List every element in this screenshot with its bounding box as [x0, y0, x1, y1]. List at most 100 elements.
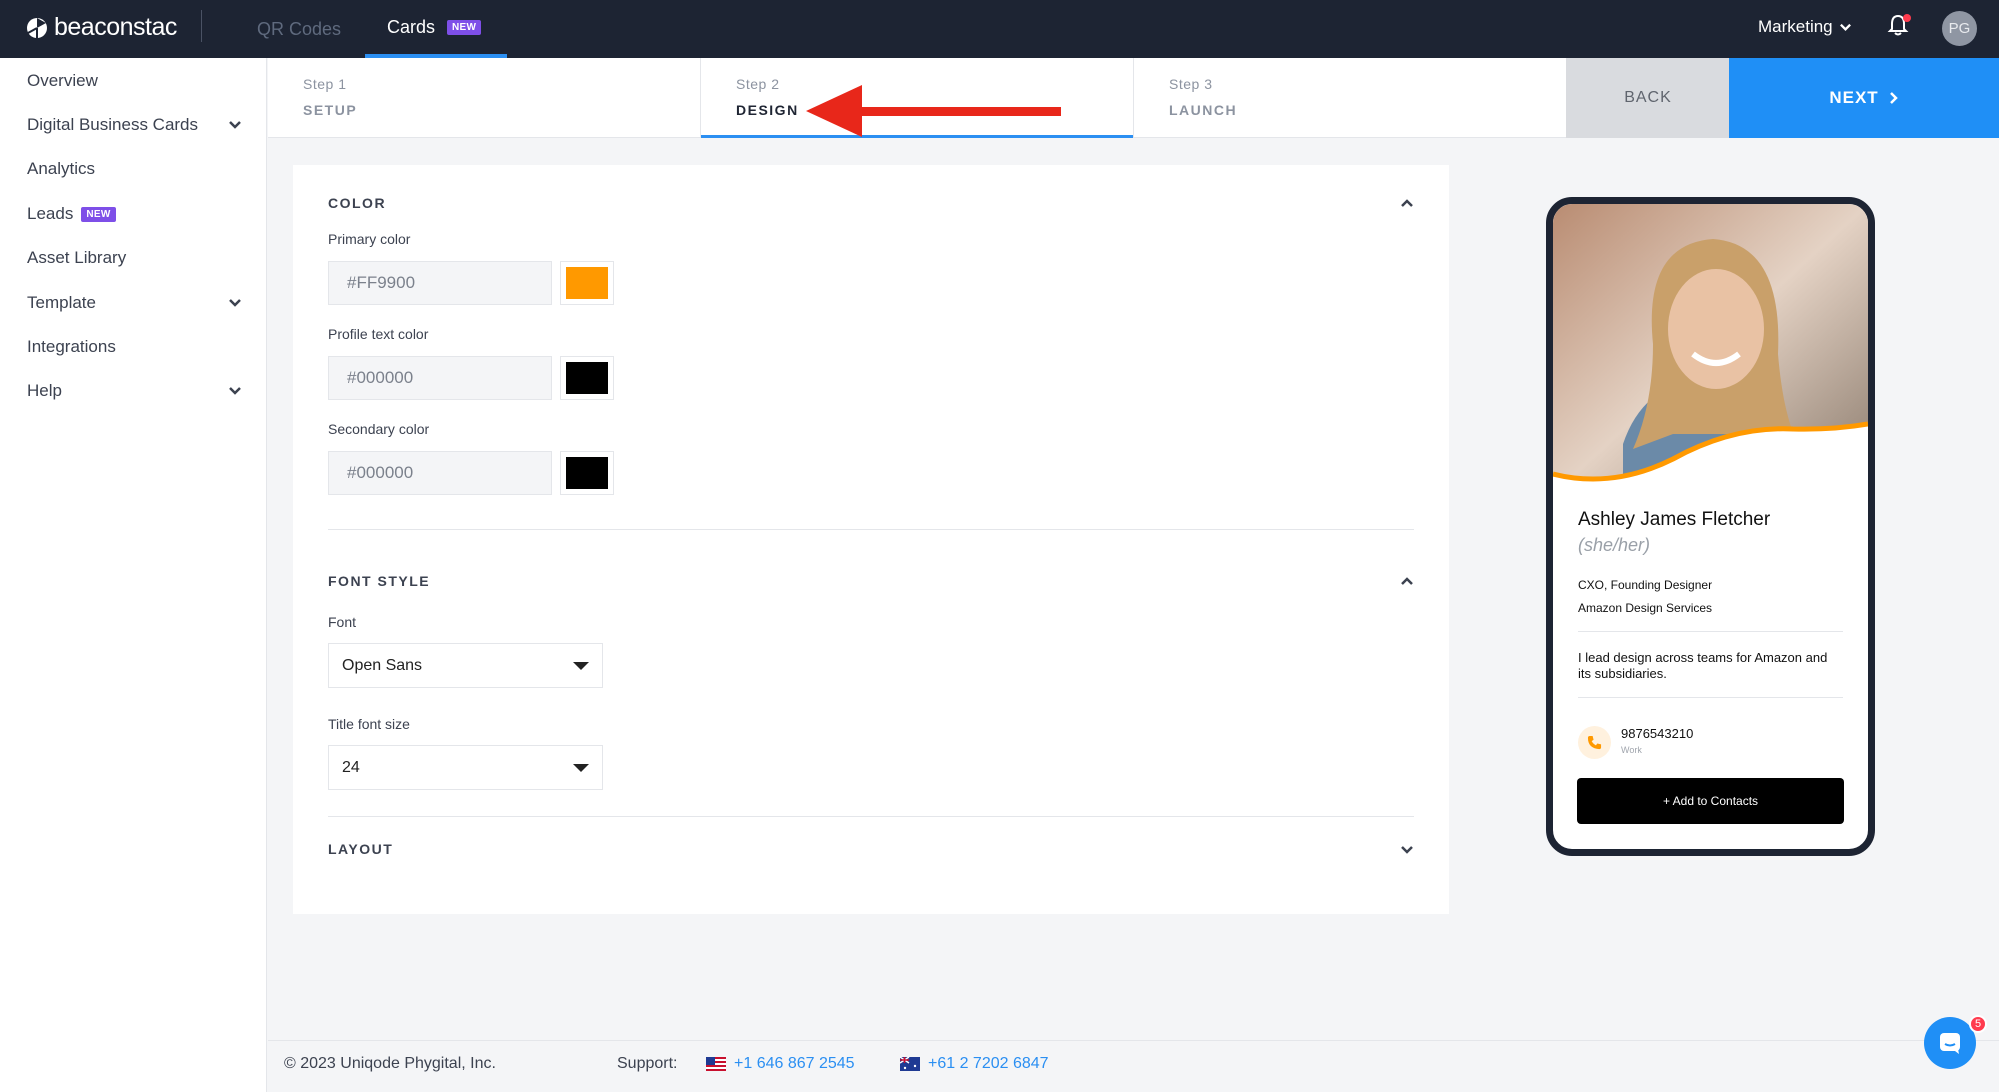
chevron-down-icon: [229, 299, 241, 307]
sidebar-item-template[interactable]: Template: [27, 288, 242, 318]
top-navigation-bar: beaconstac QR Codes Cards NEW Marketing …: [0, 0, 1999, 58]
sidebar-item-analytics[interactable]: Analytics: [27, 154, 242, 184]
primary-color-swatch[interactable]: [560, 261, 614, 305]
section-divider: [328, 529, 1414, 530]
notification-dot: [1903, 14, 1911, 22]
tab-cards[interactable]: Cards NEW: [365, 0, 507, 58]
annotation-arrow-icon: [806, 85, 1061, 137]
back-button[interactable]: BACK: [1566, 58, 1730, 138]
layout-section-title[interactable]: LAYOUT: [328, 841, 393, 857]
chevron-down-icon[interactable]: [1399, 842, 1415, 858]
card-company: Amazon Design Services: [1578, 601, 1713, 615]
sidebar-item-overview[interactable]: Overview: [27, 66, 242, 96]
font-label: Font: [328, 614, 357, 630]
color-section-title: COLOR: [328, 195, 387, 211]
au-flag-icon: [900, 1057, 920, 1071]
sidebar-item-digital-business-cards[interactable]: Digital Business Cards: [27, 110, 242, 140]
step-name: LAUNCH: [1169, 102, 1238, 118]
avatar[interactable]: PG: [1942, 11, 1977, 46]
secondary-color-swatch[interactable]: [560, 451, 614, 495]
brand-name: beaconstac: [54, 13, 177, 41]
secondary-color-label: Secondary color: [328, 421, 430, 437]
sidebar-item-integrations[interactable]: Integrations: [27, 332, 242, 362]
sidebar-item-label: Overview: [27, 71, 98, 90]
font-select-value: Open Sans: [342, 656, 423, 674]
profile-text-color-label: Profile text color: [328, 326, 429, 342]
workspace-dropdown[interactable]: Marketing: [1758, 17, 1852, 37]
card-phone-number: 9876543210: [1621, 726, 1694, 741]
title-font-size-label: Title font size: [328, 716, 410, 732]
tab-cards-label: Cards: [387, 16, 436, 37]
phone-icon: [1578, 726, 1611, 759]
primary-color-preview: [566, 267, 608, 299]
secondary-color-preview: [566, 457, 608, 489]
add-to-contacts-button[interactable]: + Add to Contacts: [1577, 778, 1844, 824]
step-number: Step 2: [736, 76, 780, 92]
step-name: SETUP: [303, 102, 358, 118]
step-number: Step 1: [303, 76, 347, 92]
support-phone-au[interactable]: +61 2 7202 6847: [900, 1055, 1049, 1073]
profile-text-color-input[interactable]: #000000: [328, 356, 552, 400]
secondary-color-input[interactable]: #000000: [328, 451, 552, 495]
card-divider: [1578, 631, 1843, 632]
chevron-right-icon: [1889, 92, 1898, 104]
step-launch[interactable]: Step 3 LAUNCH: [1134, 58, 1567, 138]
font-select[interactable]: Open Sans: [328, 643, 603, 688]
step-number: Step 3: [1169, 76, 1213, 92]
nav-divider: [201, 10, 202, 42]
card-name: Ashley James Fletcher: [1578, 509, 1771, 530]
next-button-label: NEXT: [1829, 88, 1879, 107]
sidebar-item-label: Leads: [27, 204, 74, 223]
profile-text-color-preview: [566, 362, 608, 394]
profile-photo: [1553, 204, 1868, 494]
step-name: DESIGN: [736, 102, 799, 118]
beaconstac-logo-icon: [27, 17, 47, 38]
card-bio: I lead design across teams for Amazon an…: [1578, 650, 1828, 681]
chevron-down-icon: [1839, 23, 1851, 31]
title-font-size-value: 24: [342, 758, 360, 776]
chevron-down-icon: [229, 387, 241, 395]
chevron-up-icon[interactable]: [1399, 573, 1415, 589]
profile-text-color-swatch[interactable]: [560, 356, 614, 400]
card-phone-type: Work: [1621, 745, 1642, 755]
support-phone-number: +1 646 867 2545: [734, 1055, 855, 1072]
primary-color-input[interactable]: #FF9900: [328, 261, 552, 305]
copyright: © 2023 Uniqode Phygital, Inc.: [284, 1055, 496, 1072]
sidebar-item-label: Integrations: [27, 337, 116, 356]
caret-down-icon: [573, 662, 589, 670]
chevron-up-icon[interactable]: [1399, 195, 1415, 211]
step-setup[interactable]: Step 1 SETUP: [268, 58, 701, 138]
new-badge: NEW: [447, 19, 482, 35]
card-title: CXO, Founding Designer: [1578, 578, 1713, 592]
design-panel: COLOR Primary color #FF9900 Profile text…: [293, 165, 1449, 914]
sidebar-item-label: Template: [27, 293, 96, 312]
section-divider: [328, 816, 1414, 817]
font-style-section-title: FONT STYLE: [328, 573, 431, 589]
card-preview-phone: Ashley James Fletcher (she/her) CXO, Fou…: [1546, 197, 1875, 856]
card-divider: [1578, 697, 1843, 698]
chat-unread-badge: 5: [1969, 1015, 1987, 1033]
support-label: Support:: [617, 1055, 678, 1072]
next-button[interactable]: NEXT: [1729, 58, 1999, 138]
us-flag-icon: [706, 1057, 726, 1071]
chevron-down-icon: [229, 121, 241, 129]
support-phone-us[interactable]: +1 646 867 2545: [706, 1055, 855, 1073]
sidebar-item-leads[interactable]: Leads NEW: [27, 199, 242, 229]
sidebar-item-asset-library[interactable]: Asset Library: [27, 243, 242, 273]
sidebar-item-label: Digital Business Cards: [27, 115, 199, 134]
primary-color-label: Primary color: [328, 231, 411, 247]
card-pronouns: (she/her): [1578, 535, 1651, 555]
sidebar-item-label: Asset Library: [27, 248, 127, 267]
sidebar: Overview Digital Business Cards Analytic…: [0, 58, 267, 1092]
sidebar-item-label: Analytics: [27, 159, 96, 178]
tab-qr-codes[interactable]: QR Codes: [257, 0, 341, 58]
chat-icon: [1940, 1033, 1960, 1054]
new-badge: NEW: [81, 206, 116, 222]
support-phone-number: +61 2 7202 6847: [928, 1055, 1049, 1072]
sidebar-item-help[interactable]: Help: [27, 376, 242, 406]
tab-qr-codes-label: QR Codes: [257, 18, 342, 39]
title-font-size-select[interactable]: 24: [328, 745, 603, 790]
sidebar-item-label: Help: [27, 381, 62, 400]
brand-logo[interactable]: beaconstac: [26, 13, 177, 42]
workspace-label: Marketing: [1758, 17, 1833, 36]
